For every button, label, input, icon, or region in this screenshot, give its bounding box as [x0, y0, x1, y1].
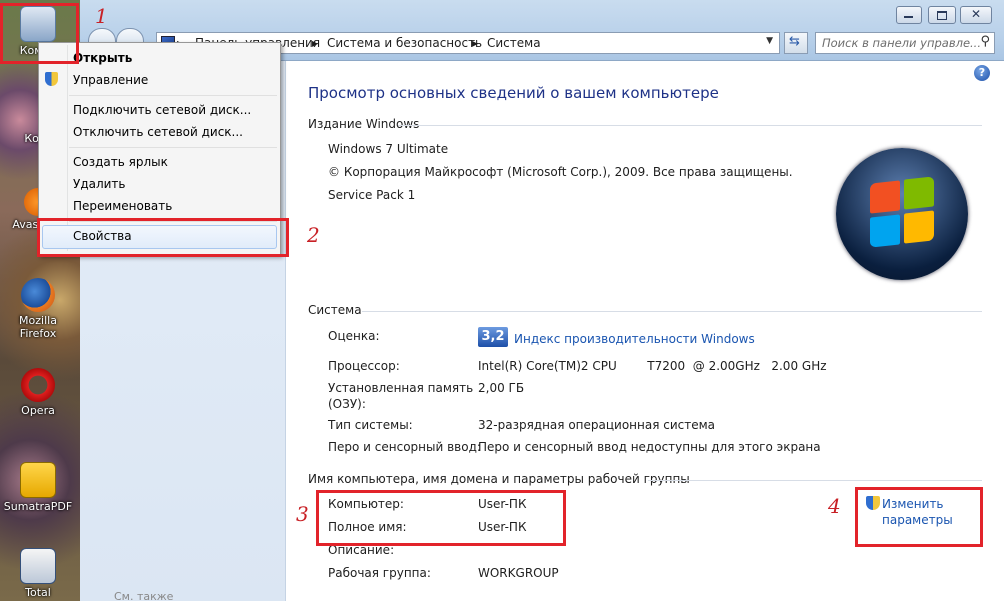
desktop-icon-label: SumatraPDF — [3, 500, 73, 513]
section-windows-edition: Издание Windows — [308, 117, 420, 131]
desktop-icon-opera[interactable]: Opera — [0, 368, 76, 417]
total-commander-icon — [20, 548, 56, 584]
menu-item-map-network-drive[interactable]: Подключить сетевой диск... — [73, 103, 251, 117]
page-title: Просмотр основных сведений о вашем компь… — [308, 84, 719, 102]
memory-value: 2,00 ГБ — [478, 381, 525, 395]
windows-edition-name: Windows 7 Ultimate — [328, 142, 449, 156]
breadcrumb-security[interactable]: Система и безопасность — [327, 36, 482, 50]
maximize-button[interactable] — [928, 6, 956, 24]
refresh-button[interactable]: ⇆ — [784, 32, 808, 54]
sumatrapdf-icon — [20, 462, 56, 498]
opera-icon — [21, 368, 55, 402]
close-icon: ✕ — [971, 7, 982, 21]
menu-item-open[interactable]: Открыть — [73, 51, 132, 65]
divider — [362, 311, 982, 312]
restore-icon — [937, 11, 947, 20]
help-icon[interactable]: ? — [974, 65, 990, 81]
see-also-label: См. также — [114, 590, 174, 603]
highlight-box-computer-name — [316, 490, 566, 546]
close-button[interactable]: ✕ — [960, 6, 992, 24]
search-icon: ⚲ — [980, 34, 990, 49]
firefox-icon — [21, 278, 55, 312]
processor-value: Intel(R) Core(TM)2 CPU T7200 @ 2.00GHz 2… — [478, 359, 827, 373]
desktop-icon-label: Total — [25, 586, 51, 599]
workgroup-label: Рабочая группа: — [328, 566, 431, 580]
desktop-icon-sumatrapdf[interactable]: SumatraPDF — [0, 462, 76, 513]
system-type-value: 32-разрядная операционная система — [478, 418, 716, 432]
windows-logo-icon — [836, 148, 968, 280]
chevron-down-icon[interactable]: ▼ — [766, 36, 773, 46]
breadcrumb-separator: ▸ — [312, 36, 319, 50]
desktop-icon-label: Opera — [21, 404, 55, 417]
service-pack: Service Pack 1 — [328, 188, 416, 202]
system-type-label: Тип системы: — [328, 418, 413, 432]
menu-item-rename[interactable]: Переименовать — [73, 199, 172, 213]
processor-label: Процессор: — [328, 359, 400, 373]
rating-label: Оценка: — [328, 329, 380, 343]
highlight-box-properties — [37, 218, 289, 257]
breadcrumb-system[interactable]: Система — [487, 36, 541, 50]
breadcrumb-separator: ▸ — [472, 36, 479, 50]
memory-label-cont: (ОЗУ): — [328, 397, 366, 411]
minimize-icon — [904, 16, 913, 18]
menu-separator — [69, 147, 277, 148]
highlight-box-change-settings — [855, 487, 983, 547]
divider — [398, 125, 982, 126]
refresh-icon: ⇆ — [789, 34, 800, 49]
desktop-icon-total-commander[interactable]: Total — [0, 548, 76, 599]
step-number-3: 3 — [296, 502, 309, 526]
desktop-icon-label: Mozilla Firefox — [19, 314, 57, 340]
memory-label: Установленная память — [328, 381, 474, 395]
menu-item-delete[interactable]: Удалить — [73, 177, 126, 191]
step-number-1: 1 — [95, 4, 108, 28]
section-computer-name: Имя компьютера, имя домена и параметры р… — [308, 472, 690, 486]
pen-touch-value: Перо и сенсорный ввод недоступны для это… — [478, 440, 821, 454]
minimize-button[interactable] — [896, 6, 922, 24]
menu-separator — [69, 95, 277, 96]
performance-score-badge[interactable]: 3,2 — [478, 327, 508, 347]
performance-index-link[interactable]: Индекс производительности Windows — [514, 332, 755, 346]
copyright-text: © Корпорация Майкрософт (Microsoft Corp.… — [328, 165, 793, 179]
shield-icon — [45, 72, 58, 86]
search-placeholder: Поиск в панели управле... — [822, 36, 981, 50]
menu-item-create-shortcut[interactable]: Создать ярлык — [73, 155, 168, 169]
highlight-box-computer-icon — [0, 3, 79, 64]
step-number-4: 4 — [828, 494, 841, 518]
search-input[interactable]: Поиск в панели управле... ⚲ — [815, 32, 995, 54]
menu-item-disconnect-network-drive[interactable]: Отключить сетевой диск... — [73, 125, 243, 139]
section-system: Система — [308, 303, 362, 317]
menu-item-manage[interactable]: Управление — [73, 73, 148, 87]
desktop-icon-firefox[interactable]: Mozilla Firefox — [0, 278, 76, 340]
pen-touch-label: Перо и сенсорный ввод: — [328, 440, 481, 454]
divider — [648, 480, 982, 481]
workgroup-value: WORKGROUP — [478, 566, 559, 580]
step-number-2: 2 — [307, 223, 320, 247]
